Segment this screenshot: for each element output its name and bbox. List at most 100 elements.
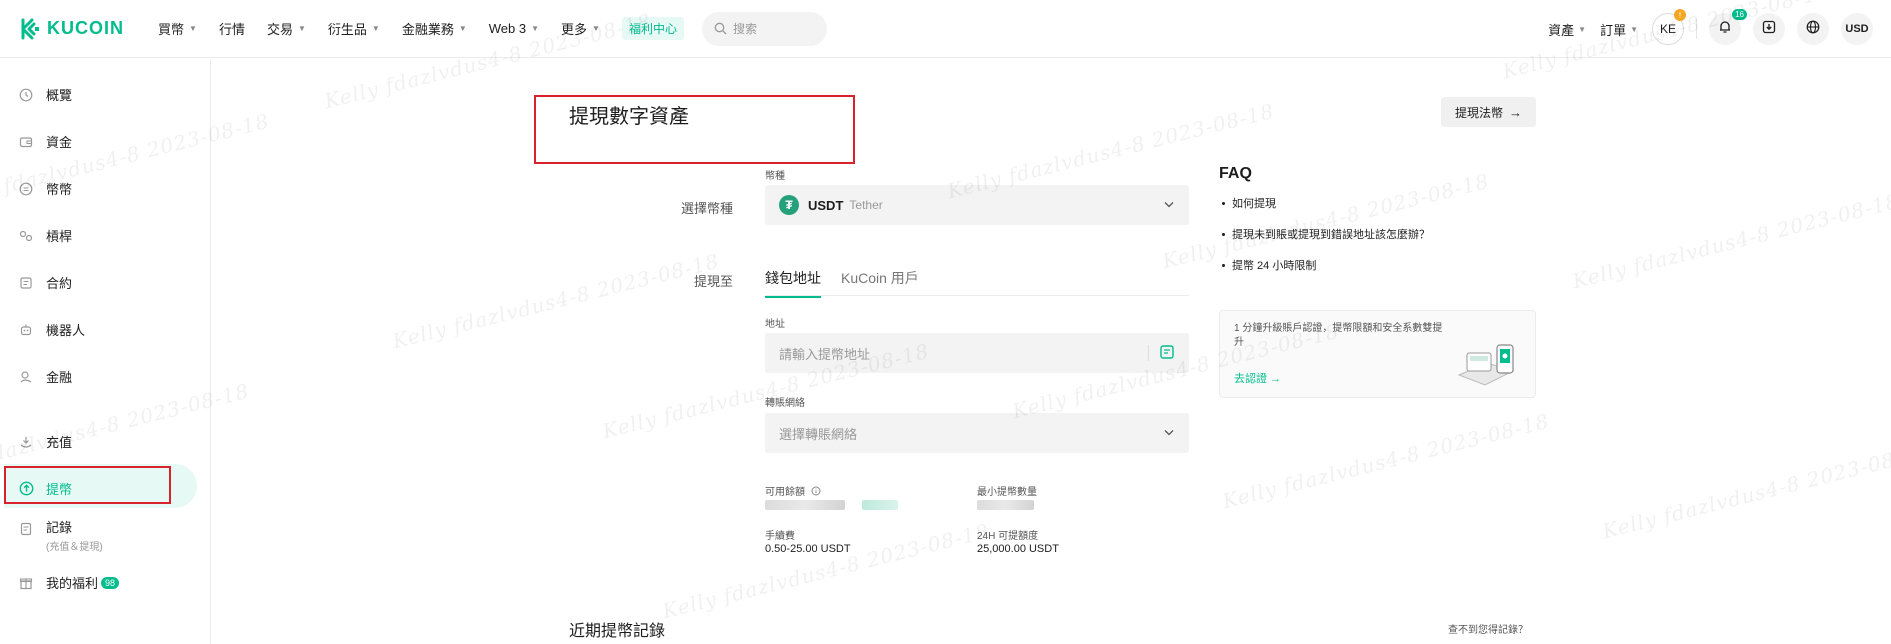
sidebar-item-overview[interactable]: 概覽 xyxy=(18,85,72,104)
annotation-box-title xyxy=(534,95,855,164)
sidebar-item-sublabel: (充值＆提現) xyxy=(46,542,103,553)
available-balance-redacted xyxy=(862,500,898,510)
sidebar-item-margin[interactable]: 槓桿 xyxy=(18,226,72,245)
withdraw-fiat-label: 提現法幣 xyxy=(1454,105,1503,120)
leverage-icon xyxy=(18,228,34,244)
gift-icon xyxy=(18,575,34,591)
exchange-icon xyxy=(18,181,34,197)
sidebar-item-label: 槓桿 xyxy=(46,229,73,244)
address-book-icon[interactable] xyxy=(1159,344,1175,363)
welfare-center-link[interactable]: 福利中心 xyxy=(621,17,684,40)
sidebar-item-futures[interactable]: 合約 xyxy=(18,273,72,292)
caret-down-icon: ▼ xyxy=(1630,24,1638,34)
currency-button[interactable]: USD xyxy=(1841,13,1873,45)
nav-buy-crypto[interactable]: 買幣 ▼ xyxy=(158,19,197,38)
nav-web3[interactable]: Web 3 ▼ xyxy=(489,21,539,36)
withdraw-icon xyxy=(18,481,34,497)
sidebar-item-label: 概覽 xyxy=(46,88,73,103)
download-button[interactable] xyxy=(1753,13,1785,45)
avatar-alert-badge: ! xyxy=(1674,9,1686,21)
coin-symbol: USDT xyxy=(808,197,844,213)
sidebar-item-withdraw[interactable]: 提幣 xyxy=(18,479,72,498)
info-icon[interactable] xyxy=(811,486,821,499)
chevron-down-icon xyxy=(1163,426,1175,441)
address-input[interactable]: 請輸入提幣地址 xyxy=(765,333,1189,373)
sidebar: 概覽 資金 幣幣 槓桿 合約 機器人 金融 充值 提幣 記錄 (充值＆提現) 我… xyxy=(0,59,211,644)
top-nav: KUCOIN 買幣 ▼ 行情 交易 ▼ 衍生品 ▼ 金融業務 ▼ Web 3 ▼ 更多 ▼ … xyxy=(0,0,1891,58)
nav-right: 資產 ▼ 訂單 ▼ KE ! 16 USD xyxy=(1548,0,1873,58)
kyc-illustration-icon xyxy=(1457,344,1515,386)
address-placeholder: 請輸入提幣地址 xyxy=(779,346,871,362)
nav-orders[interactable]: 訂單 ▼ xyxy=(1600,20,1638,39)
caret-down-icon: ▼ xyxy=(531,24,540,33)
search-input[interactable]: 搜索 xyxy=(701,11,827,46)
bullet-icon xyxy=(1222,263,1225,267)
sidebar-item-funds[interactable]: 資金 xyxy=(18,132,72,151)
watermark-text: Kelly fdazlvdus4-8 2023-08-18 xyxy=(1220,408,1552,514)
nav-items: 買幣 ▼ 行情 交易 ▼ 衍生品 ▼ 金融業務 ▼ Web 3 ▼ 更多 ▼ 福利中心 搜索 xyxy=(158,11,827,46)
sidebar-item-deposit[interactable]: 充值 xyxy=(18,432,72,451)
network-label: 轉賬網絡 xyxy=(765,398,805,409)
network-select[interactable]: 選擇轉賬網絡 xyxy=(765,413,1189,453)
faq-item[interactable]: 如何提現 xyxy=(1222,197,1430,210)
caret-down-icon: ▼ xyxy=(592,24,600,33)
sidebar-item-label: 提幣 xyxy=(46,482,73,497)
kyc-promo-card: 1 分鐘升級賬戶認證，提幣限額和安全系數雙提升 去認證 → xyxy=(1219,310,1536,398)
sidebar-item-bot[interactable]: 機器人 xyxy=(18,320,85,339)
nav-derivatives[interactable]: 衍生品 ▼ xyxy=(328,19,380,38)
nav-label: 買幣 xyxy=(158,22,185,37)
sidebar-item-label: 金融 xyxy=(46,370,73,385)
sidebar-item-label: 幣幣 xyxy=(46,182,73,197)
tab-kucoin-user[interactable]: KuCoin 用戶 xyxy=(841,268,919,298)
withdraw-fiat-button[interactable]: 提現法幣 → xyxy=(1441,97,1536,127)
avatar[interactable]: KE ! xyxy=(1652,9,1686,45)
contract-icon xyxy=(18,275,34,291)
rewards-count-badge: 98 xyxy=(101,576,120,589)
faq-item[interactable]: 提現未到賬或提現到錯誤地址該怎麼辦？ xyxy=(1222,228,1430,241)
caret-down-icon: ▼ xyxy=(458,24,467,33)
tab-wallet-address[interactable]: 錢包地址 xyxy=(765,268,821,298)
recent-withdrawals-title: 近期提幣記錄 xyxy=(569,623,666,640)
sidebar-item-rewards[interactable]: 我的福利 98 xyxy=(18,573,120,592)
nav-assets[interactable]: 資產 ▼ xyxy=(1548,20,1586,39)
daily-limit-value: 25,000.00 USDT xyxy=(977,543,1059,555)
language-button[interactable] xyxy=(1797,13,1829,45)
brand-name: KUCOIN xyxy=(47,18,124,38)
clock-icon xyxy=(18,87,34,103)
finance-icon xyxy=(18,369,34,385)
sidebar-item-label: 充值 xyxy=(46,435,73,450)
network-placeholder: 選擇轉賬網絡 xyxy=(779,426,858,442)
faq-item-text: 提現未到賬或提現到錯誤地址該怎麼辦？ xyxy=(1232,229,1430,241)
fee-value: 0.50-25.00 USDT xyxy=(765,543,851,555)
sidebar-item-label: 我的福利 xyxy=(46,576,99,591)
nav-trade[interactable]: 交易 ▼ xyxy=(267,19,306,38)
nav-more[interactable]: 更多 ▼ xyxy=(561,19,600,38)
nav-finance[interactable]: 金融業務 ▼ xyxy=(402,19,467,38)
bullet-icon xyxy=(1222,232,1225,236)
coin-select[interactable]: ₮ USDT Tether xyxy=(765,185,1189,225)
download-icon xyxy=(1762,20,1776,39)
sidebar-item-records[interactable]: 記錄 (充值＆提現) xyxy=(18,517,103,553)
nav-label: Web 3 xyxy=(488,21,527,36)
chevron-down-icon xyxy=(1163,198,1175,213)
available-balance-redacted xyxy=(765,500,845,510)
missing-records-link[interactable]: 查不到您得記錄？ xyxy=(1448,621,1528,636)
sidebar-item-label: 記錄 xyxy=(46,520,73,535)
nav-label: 交易 xyxy=(266,22,293,37)
notification-button[interactable]: 16 xyxy=(1709,9,1747,45)
nav-label: 更多 xyxy=(561,22,588,37)
withdraw-to-label: 提現至 xyxy=(693,274,733,289)
caret-down-icon: ▼ xyxy=(1578,24,1587,34)
faq-item-text: 如何提現 xyxy=(1232,198,1276,210)
withdraw-to-tabs: 錢包地址 KuCoin 用戶 xyxy=(765,268,939,298)
kucoin-logo[interactable]: KUCOIN xyxy=(20,0,124,58)
sidebar-item-finance[interactable]: 金融 xyxy=(18,367,72,386)
sidebar-item-spot[interactable]: 幣幣 xyxy=(18,179,72,198)
available-balance-label: 可用餘額 xyxy=(765,483,821,499)
kucoin-logo-icon xyxy=(21,18,39,39)
faq-item[interactable]: 提幣 24 小時限制 xyxy=(1222,259,1430,272)
nav-label: 衍生品 xyxy=(327,22,367,37)
wallet-icon xyxy=(18,134,34,150)
nav-markets[interactable]: 行情 xyxy=(219,19,245,38)
kyc-verify-link[interactable]: 去認證 → xyxy=(1234,370,1281,386)
